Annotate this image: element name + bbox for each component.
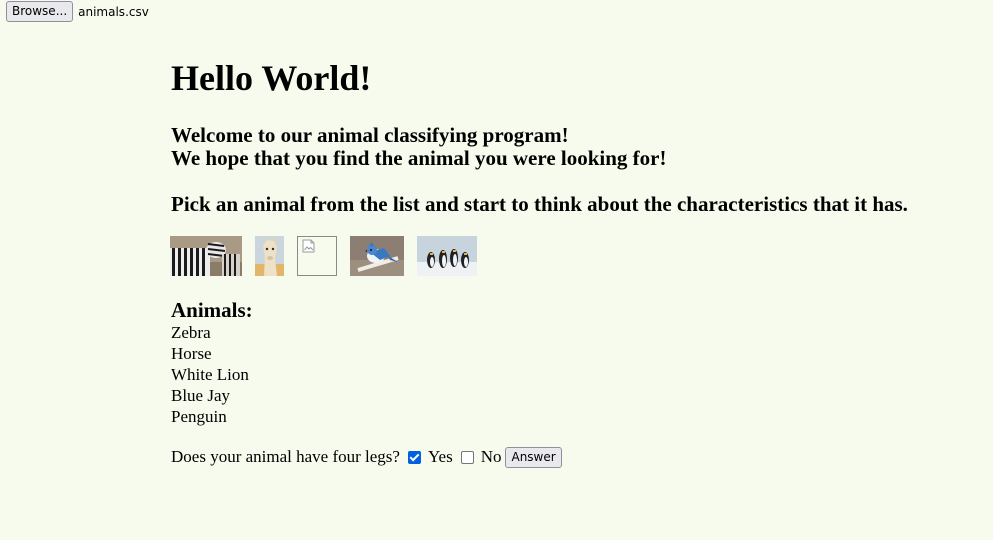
animal-list-item: Zebra: [171, 323, 211, 342]
page-title: Hello World!: [171, 58, 372, 98]
animal-list-item: White Lion: [171, 365, 249, 384]
selected-file-name: animals.csv: [78, 4, 149, 19]
yes-label: Yes: [427, 447, 453, 466]
broken-image-icon: [302, 239, 315, 253]
white-lion-image: [297, 236, 337, 276]
welcome-message: Welcome to our animal classifying progra…: [171, 124, 666, 170]
animal-list: Zebra Horse White Lion Blue Jay Penguin: [171, 322, 249, 427]
browse-button[interactable]: Browse...: [6, 1, 74, 22]
question-row: Does your animal have four legs? Yes No …: [171, 445, 562, 469]
welcome-line-2: We hope that you find the animal you wer…: [171, 146, 667, 170]
zebra-image: [170, 236, 242, 276]
question-text: Does your animal have four legs?: [171, 447, 400, 466]
animal-list-item: Penguin: [171, 407, 227, 426]
penguin-image: [417, 236, 477, 276]
blue-jay-image: [350, 236, 404, 276]
yes-checkbox[interactable]: [407, 450, 421, 464]
welcome-line-1: Welcome to our animal classifying progra…: [171, 123, 569, 147]
no-label: No: [480, 447, 502, 466]
instruction-text: Pick an animal from the list and start t…: [171, 192, 908, 216]
file-input-row: Browse... animals.csv: [6, 1, 149, 22]
answer-button[interactable]: Answer: [505, 446, 562, 468]
animals-heading: Animals:: [171, 298, 253, 322]
no-checkbox[interactable]: [460, 450, 474, 464]
animal-list-item: Horse: [171, 344, 212, 363]
animal-list-item: Blue Jay: [171, 386, 231, 405]
horse-image: [255, 236, 284, 276]
